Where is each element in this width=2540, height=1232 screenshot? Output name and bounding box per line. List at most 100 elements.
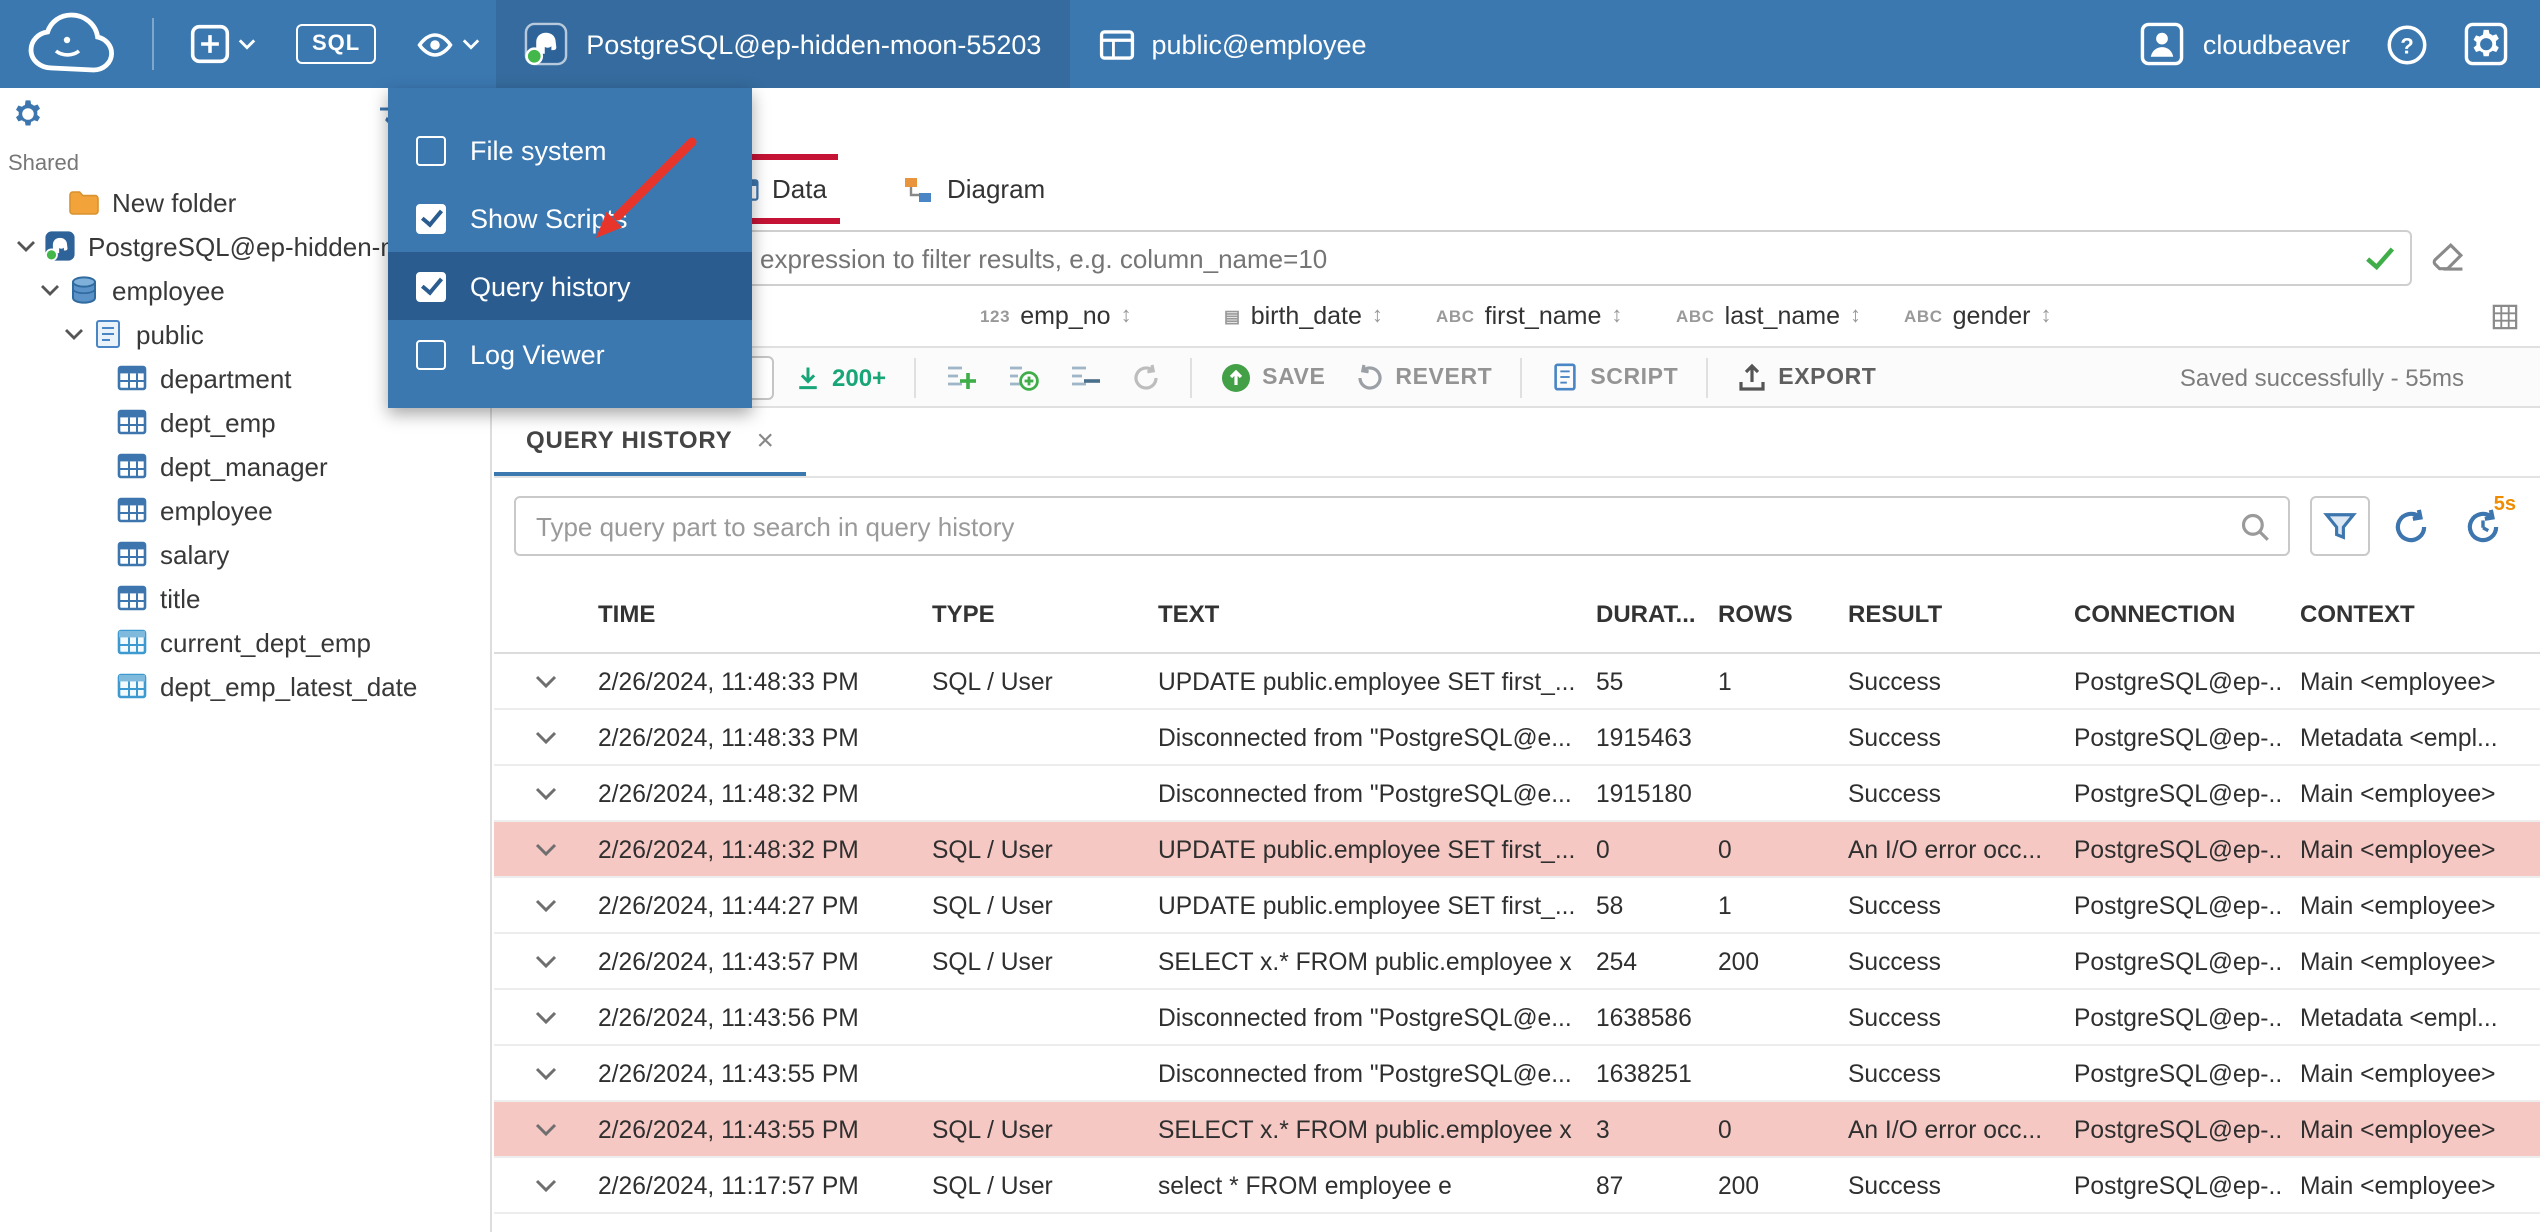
sort-icon[interactable]: ↕: [1611, 304, 1622, 328]
query-history-row[interactable]: 2/26/2024, 11:44:27 PM SQL / User UPDATE…: [494, 878, 2540, 934]
help-button[interactable]: ?: [2386, 23, 2428, 65]
settings-button[interactable]: [2464, 22, 2508, 66]
history-column-header[interactable]: TIME: [582, 599, 916, 627]
tree-expander-icon[interactable]: [36, 276, 64, 304]
tree-item[interactable]: dept_emp_latest_date: [0, 664, 490, 708]
history-column-header[interactable]: ROWS: [1702, 599, 1832, 627]
history-auto-refresh-button[interactable]: 5s: [2452, 494, 2516, 556]
duplicate-row-button[interactable]: [998, 360, 1048, 394]
history-column-header[interactable]: CONTEXT: [2284, 599, 2540, 627]
tree-expander-icon[interactable]: [84, 408, 112, 436]
sort-icon[interactable]: ↕: [1121, 304, 1132, 328]
query-history-row[interactable]: 2/26/2024, 11:43:57 PM SQL / User SELECT…: [494, 934, 2540, 990]
user-menu-button[interactable]: cloudbeaver: [2141, 22, 2350, 66]
tree-item-icon: [116, 450, 148, 482]
tree-item[interactable]: employee: [0, 488, 490, 532]
add-row-button[interactable]: [936, 360, 986, 394]
clear-filter-icon[interactable]: [2428, 238, 2468, 278]
query-history-row[interactable]: 2/26/2024, 11:48:33 PM SQL / User UPDATE…: [494, 654, 2540, 710]
grid-column-header[interactable]: ABC gender ↕: [1904, 302, 2052, 330]
apply-filter-icon[interactable]: [2362, 240, 2398, 276]
query-history-row[interactable]: 2/26/2024, 11:48:32 PM SQL / User UPDATE…: [494, 822, 2540, 878]
history-filter-button[interactable]: [2310, 496, 2370, 556]
check-box-icon[interactable]: [416, 203, 446, 233]
row-expander-icon[interactable]: [494, 673, 582, 689]
tree-item[interactable]: title: [0, 576, 490, 620]
tree-expander-icon[interactable]: [84, 452, 112, 480]
row-expander-icon[interactable]: [494, 1121, 582, 1137]
query-history-row[interactable]: 2/26/2024, 11:48:32 PM Disconnected from…: [494, 766, 2540, 822]
tab-query-history[interactable]: QUERY HISTORY ×: [494, 408, 807, 476]
revert-button[interactable]: REVERT: [1345, 361, 1500, 393]
tree-item[interactable]: salary: [0, 532, 490, 576]
tree-expander-icon[interactable]: [84, 628, 112, 656]
check-box-icon[interactable]: [416, 271, 446, 301]
tree-expander-icon[interactable]: [84, 540, 112, 568]
row-expander-icon[interactable]: [494, 953, 582, 969]
tree-expander-icon[interactable]: [84, 672, 112, 700]
tree-expander-icon[interactable]: [84, 584, 112, 612]
grid-column-header[interactable]: ABC first_name ↕: [1436, 302, 1622, 330]
sql-editor-button[interactable]: SQL: [296, 24, 377, 64]
diagram-tab-icon: [903, 173, 935, 205]
query-history-row[interactable]: 2/26/2024, 11:17:57 PM SQL / User select…: [494, 1158, 2540, 1214]
fetch-more-button[interactable]: 200+: [786, 363, 894, 391]
cell-duration: 55: [1596, 667, 1624, 695]
sort-icon[interactable]: ↕: [1850, 304, 1861, 328]
query-history-row[interactable]: 2/26/2024, 11:48:33 PM Disconnected from…: [494, 710, 2540, 766]
cell-context: Main <employee>: [2300, 835, 2496, 863]
script-button[interactable]: SCRIPT: [1542, 362, 1686, 392]
navigator-settings-icon[interactable]: [12, 98, 44, 130]
sort-icon[interactable]: ↕: [1372, 304, 1383, 328]
tab-diagram[interactable]: Diagram: [889, 160, 1059, 224]
row-expander-icon[interactable]: [494, 1177, 582, 1193]
row-expander-icon[interactable]: [494, 1009, 582, 1025]
query-history-search-input[interactable]: [514, 496, 2290, 556]
tree-expander-icon[interactable]: [60, 320, 88, 348]
grid-column-header[interactable]: ▤ birth_date ↕: [1224, 302, 1383, 330]
row-expander-icon[interactable]: [494, 897, 582, 913]
grid-column-header[interactable]: ABC last_name ↕: [1676, 302, 1861, 330]
history-refresh-button[interactable]: [2390, 505, 2432, 547]
sort-icon[interactable]: ↕: [2041, 304, 2052, 328]
query-history-row[interactable]: 2/26/2024, 11:43:55 PM SQL / User SELECT…: [494, 1102, 2540, 1158]
tree-item[interactable]: dept_manager: [0, 444, 490, 488]
query-history-row[interactable]: 2/26/2024, 11:43:55 PM Disconnected from…: [494, 1046, 2540, 1102]
row-expander-icon[interactable]: [494, 729, 582, 745]
tree-expander-icon[interactable]: [84, 496, 112, 524]
query-history-row[interactable]: 2/26/2024, 11:43:56 PM Disconnected from…: [494, 990, 2540, 1046]
history-column-header[interactable]: TEXT: [1142, 599, 1580, 627]
history-column-header[interactable]: RESULT: [1832, 599, 2058, 627]
row-expander-icon[interactable]: [494, 1065, 582, 1081]
grid-column-header[interactable]: 123 emp_no ↕: [980, 302, 1132, 330]
export-button[interactable]: EXPORT: [1728, 361, 1884, 393]
tree-expander-icon[interactable]: [12, 232, 40, 260]
view-menu-button[interactable]: [400, 0, 496, 88]
auto-refresh-interval-badge: 5s: [2493, 494, 2516, 516]
view-menu-item[interactable]: Query history: [388, 252, 752, 320]
script-label: SCRIPT: [1590, 365, 1679, 389]
history-column-header[interactable]: TYPE: [916, 599, 1142, 627]
check-box-icon[interactable]: [416, 339, 446, 369]
active-connection-button[interactable]: PostgreSQL@ep-hidden-moon-55203: [496, 0, 1070, 88]
new-connection-button[interactable]: [174, 0, 272, 88]
row-expander-icon[interactable]: [494, 841, 582, 857]
tree-expander-icon[interactable]: [36, 188, 64, 216]
view-menu-item[interactable]: Show Scripts: [388, 184, 752, 252]
schema-selector-button[interactable]: public@employee: [1069, 0, 1394, 88]
tree-item-icon: [116, 626, 148, 658]
grid-settings-icon[interactable]: [2492, 304, 2518, 330]
check-box-icon[interactable]: [416, 135, 446, 165]
view-menu-item[interactable]: Log Viewer: [388, 320, 752, 388]
row-expander-icon[interactable]: [494, 785, 582, 801]
save-button[interactable]: SAVE: [1212, 361, 1333, 393]
history-column-header[interactable]: CONNECTION: [2058, 599, 2284, 627]
view-menu-item[interactable]: File system: [388, 116, 752, 184]
close-icon[interactable]: ×: [756, 423, 774, 457]
history-column-header[interactable]: DURAT...: [1580, 599, 1702, 627]
result-filter-input[interactable]: [506, 230, 2412, 286]
tree-item[interactable]: current_dept_emp: [0, 620, 490, 664]
auto-refresh-button[interactable]: [1122, 361, 1170, 393]
delete-row-button[interactable]: [1060, 360, 1110, 394]
tree-expander-icon[interactable]: [84, 364, 112, 392]
